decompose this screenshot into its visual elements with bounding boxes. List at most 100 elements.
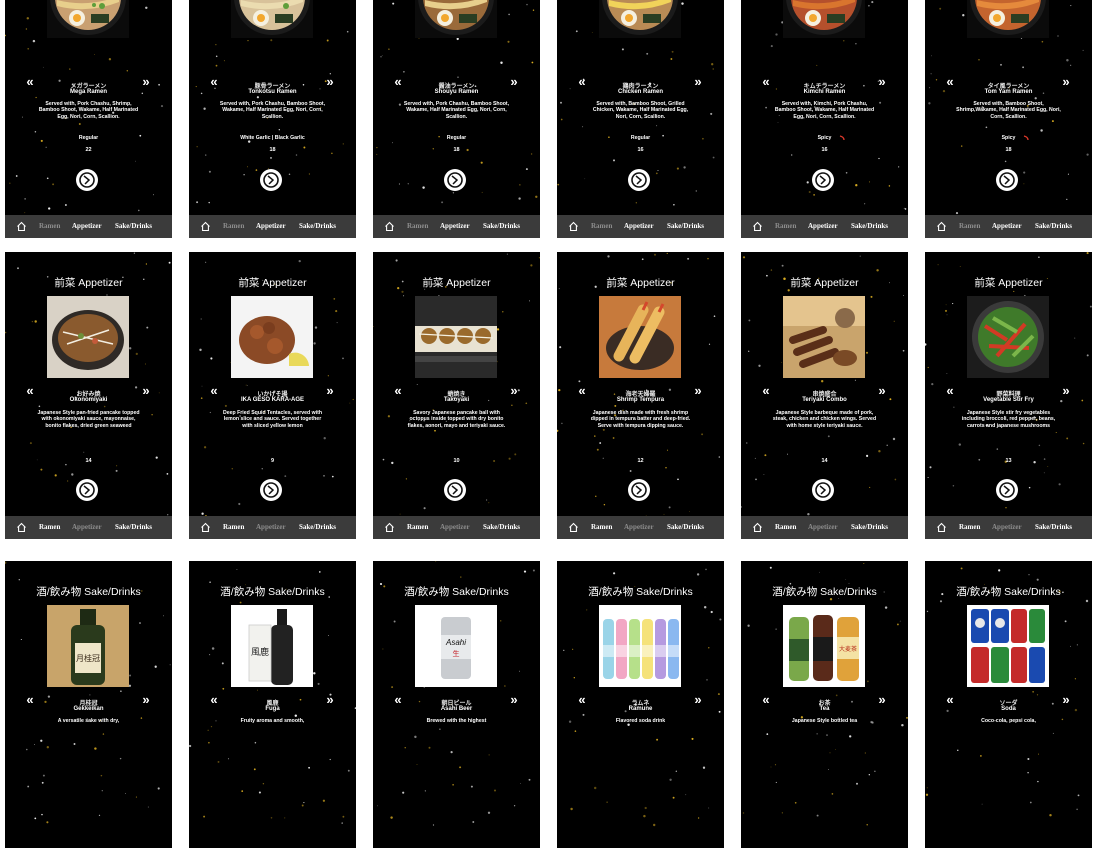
item-name: IKA GESO KARA-AGE	[209, 397, 336, 403]
home-icon[interactable]	[936, 522, 947, 533]
tab-appetizer[interactable]: Appetizer	[808, 221, 838, 232]
tab-ramen[interactable]: Ramen	[775, 221, 796, 232]
tab-ramen[interactable]: Ramen	[591, 522, 612, 533]
sparkle-dot	[642, 258, 644, 260]
sparkle-dot	[134, 253, 135, 254]
sparkle-dot	[959, 443, 961, 445]
tab-sake-drinks[interactable]: Sake/Drinks	[115, 221, 152, 232]
home-icon[interactable]	[16, 221, 27, 232]
sparkle-dot	[893, 438, 895, 440]
tab-appetizer[interactable]: Appetizer	[624, 221, 654, 232]
tab-appetizer[interactable]: Appetizer	[808, 522, 838, 533]
tab-appetizer[interactable]: Appetizer	[440, 522, 470, 533]
section-title: 前菜 Appetizer	[741, 275, 908, 290]
sparkle-dot	[47, 177, 49, 179]
sparkle-dot	[558, 389, 560, 391]
tab-appetizer[interactable]: Appetizer	[992, 221, 1022, 232]
sparkle-dot	[614, 405, 616, 407]
tab-sake-drinks[interactable]: Sake/Drinks	[299, 221, 336, 232]
home-icon[interactable]	[936, 221, 947, 232]
sparkle-dot	[153, 194, 154, 195]
sparkle-dot	[691, 738, 693, 740]
sparkle-dot	[1049, 814, 1051, 816]
sparkle-dot	[238, 503, 240, 505]
sparkle-dot	[388, 415, 390, 417]
tab-sake-drinks[interactable]: Sake/Drinks	[1035, 522, 1072, 533]
sparkle-dot	[821, 380, 823, 382]
tab-ramen[interactable]: Ramen	[407, 221, 428, 232]
sparkle-dot	[457, 38, 459, 40]
ramen-screen-5: « » キムチラーメン Kimchi Ramen Served with, Ki…	[741, 0, 908, 238]
tab-sake-drinks[interactable]: Sake/Drinks	[667, 522, 704, 533]
sparkle-dot	[925, 343, 927, 345]
restaurant-logo-icon	[996, 479, 1018, 501]
tab-ramen[interactable]: Ramen	[959, 221, 980, 232]
sparkle-dot	[353, 399, 354, 400]
sparkle-dot	[318, 683, 320, 685]
tab-sake-drinks[interactable]: Sake/Drinks	[851, 522, 888, 533]
tab-appetizer[interactable]: Appetizer	[72, 522, 102, 533]
sparkle-dot	[843, 40, 844, 41]
tab-sake-drinks[interactable]: Sake/Drinks	[667, 221, 704, 232]
sparkle-dot	[603, 429, 605, 431]
tab-sake-drinks[interactable]: Sake/Drinks	[483, 522, 520, 533]
tab-ramen[interactable]: Ramen	[39, 221, 60, 232]
sparkle-dot	[866, 824, 867, 825]
sparkle-dot	[559, 346, 561, 348]
tab-sake-drinks[interactable]: Sake/Drinks	[115, 522, 152, 533]
tab-sake-drinks[interactable]: Sake/Drinks	[1035, 221, 1072, 232]
restaurant-logo-icon	[76, 169, 98, 191]
sparkle-dot	[673, 797, 675, 799]
tab-ramen[interactable]: Ramen	[591, 221, 612, 232]
tab-appetizer[interactable]: Appetizer	[992, 522, 1022, 533]
home-icon[interactable]	[384, 522, 395, 533]
appetizer-photo	[231, 296, 313, 378]
sparkle-dot	[163, 615, 164, 616]
tab-ramen[interactable]: Ramen	[39, 522, 60, 533]
sparkle-dot	[136, 797, 137, 798]
home-icon[interactable]	[568, 221, 579, 232]
tab-ramen[interactable]: Ramen	[223, 221, 244, 232]
tab-sake-drinks[interactable]: Sake/Drinks	[483, 221, 520, 232]
sparkle-dot	[771, 269, 772, 270]
sparkle-dot	[79, 123, 81, 125]
tab-appetizer[interactable]: Appetizer	[256, 522, 286, 533]
home-icon[interactable]	[200, 522, 211, 533]
sparkle-dot	[778, 122, 779, 123]
home-icon[interactable]	[752, 522, 763, 533]
sparkle-dot	[392, 3, 394, 5]
chili-icon	[1023, 135, 1029, 141]
sparkle-dot	[210, 412, 211, 413]
sparkle-dot	[382, 648, 383, 649]
tab-sake-drinks[interactable]: Sake/Drinks	[851, 221, 888, 232]
sparkle-dot	[1022, 66, 1024, 68]
home-icon[interactable]	[568, 522, 579, 533]
sparkle-dot	[741, 506, 742, 507]
item-description: Served with, Pork Chashu, Bamboo Shoot, …	[403, 101, 510, 120]
sparkle-dot	[41, 814, 42, 815]
sparkle-dot	[138, 210, 140, 212]
sparkle-dot	[938, 264, 939, 265]
tab-appetizer[interactable]: Appetizer	[72, 221, 102, 232]
tab-appetizer[interactable]: Appetizer	[440, 221, 470, 232]
sparkle-dot	[203, 108, 205, 110]
sparkle-dot	[120, 690, 122, 692]
tab-ramen[interactable]: Ramen	[407, 522, 428, 533]
tab-ramen[interactable]: Ramen	[223, 522, 244, 533]
sparkle-dot	[400, 514, 401, 515]
sparkle-dot	[236, 569, 237, 570]
tab-sake-drinks[interactable]: Sake/Drinks	[299, 522, 336, 533]
tab-ramen[interactable]: Ramen	[959, 522, 980, 533]
sparkle-dot	[771, 45, 773, 47]
home-icon[interactable]	[384, 221, 395, 232]
sparkle-dot	[776, 782, 777, 783]
sparkle-dot	[533, 10, 534, 11]
home-icon[interactable]	[200, 221, 211, 232]
home-icon[interactable]	[752, 221, 763, 232]
appetizer-screen-5: 前菜 Appetizer « » 串焼盛合 Teriyaki Combo Jap…	[741, 252, 908, 539]
tab-appetizer[interactable]: Appetizer	[624, 522, 654, 533]
tab-appetizer[interactable]: Appetizer	[256, 221, 286, 232]
sparkle-dot	[931, 383, 933, 385]
home-icon[interactable]	[16, 522, 27, 533]
tab-ramen[interactable]: Ramen	[775, 522, 796, 533]
